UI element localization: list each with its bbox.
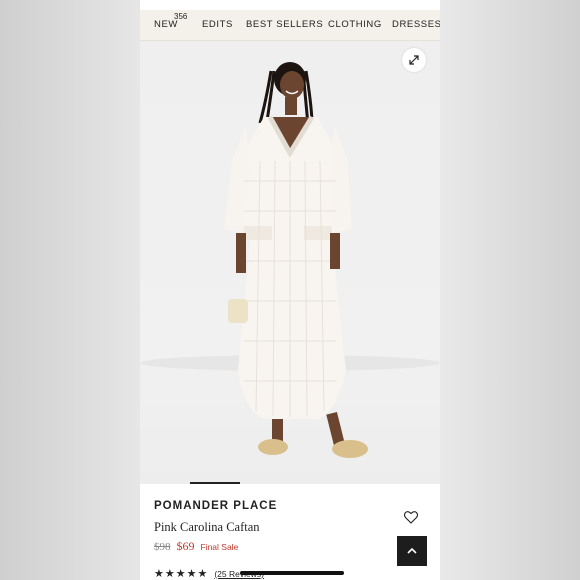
status-strip <box>140 0 440 10</box>
category-nav: NEW 356 EDITS BEST SELLERS CLOTHING DRES… <box>140 10 440 41</box>
new-count-badge: 356 <box>174 12 188 21</box>
expand-icon <box>409 55 419 65</box>
original-price: $98 <box>154 541 171 553</box>
product-info: POMANDER PLACE Pink Carolina Caftan $98 $… <box>140 484 440 580</box>
wishlist-button[interactable] <box>403 509 419 525</box>
final-sale-label: Final Sale <box>200 542 239 552</box>
nav-item-edits[interactable]: EDITS <box>202 19 233 30</box>
model-illustration <box>140 62 440 458</box>
rating-stars: ★★★★★ <box>154 568 209 580</box>
chevron-up-icon <box>407 547 417 554</box>
price-row: $98 $69 Final Sale <box>154 539 238 554</box>
expand-button[interactable] <box>402 48 426 72</box>
sale-price: $69 <box>176 539 195 553</box>
product-name: Pink Carolina Caftan <box>154 520 260 534</box>
product-photo[interactable] <box>140 41 440 484</box>
product-brand[interactable]: POMANDER PLACE <box>154 500 277 512</box>
phone-screen: NEW 356 EDITS BEST SELLERS CLOTHING DRES… <box>140 0 440 580</box>
nav-item-clothing[interactable]: CLOTHING <box>328 19 382 30</box>
heart-icon <box>403 511 419 524</box>
back-to-top-button[interactable] <box>397 536 427 566</box>
nav-item-best-sellers[interactable]: BEST SELLERS <box>246 19 323 30</box>
nav-item-dresses[interactable]: DRESSES <box>392 19 440 30</box>
home-indicator <box>240 571 344 575</box>
